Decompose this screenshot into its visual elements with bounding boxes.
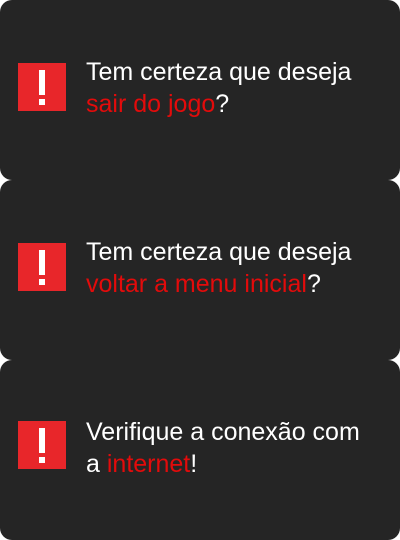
return-menu-dialog: Tem certeza que deseja voltar a menu inic… bbox=[0, 180, 400, 360]
return-menu-message: Tem certeza que deseja voltar a menu inic… bbox=[86, 236, 386, 300]
exclamation-icon bbox=[18, 421, 66, 469]
exclamation-icon bbox=[18, 63, 66, 111]
message-punctuation: ? bbox=[306, 270, 321, 298]
exclamation-icon bbox=[18, 243, 66, 291]
message-highlight: voltar a menu inicial bbox=[86, 270, 307, 298]
exit-game-dialog: Tem certeza que deseja sair do jogo? bbox=[0, 0, 400, 180]
message-highlight: sair do jogo bbox=[86, 90, 216, 118]
message-punctuation: ! bbox=[190, 450, 198, 478]
message-line: Tem certeza que deseja bbox=[86, 58, 352, 86]
message-line: Verifique a conexão com bbox=[86, 418, 360, 446]
connection-warning-dialog: Verifique a conexão com a internet! bbox=[0, 360, 400, 540]
connection-warning-message: Verifique a conexão com a internet! bbox=[86, 416, 386, 480]
message-prefix: a bbox=[86, 450, 107, 478]
message-line: Tem certeza que deseja bbox=[86, 238, 352, 266]
message-punctuation: ? bbox=[215, 90, 230, 118]
dialog-stack: Tem certeza que deseja sair do jogo? Tem … bbox=[0, 0, 400, 540]
message-highlight: internet bbox=[106, 450, 191, 478]
exit-game-message: Tem certeza que deseja sair do jogo? bbox=[86, 56, 386, 120]
